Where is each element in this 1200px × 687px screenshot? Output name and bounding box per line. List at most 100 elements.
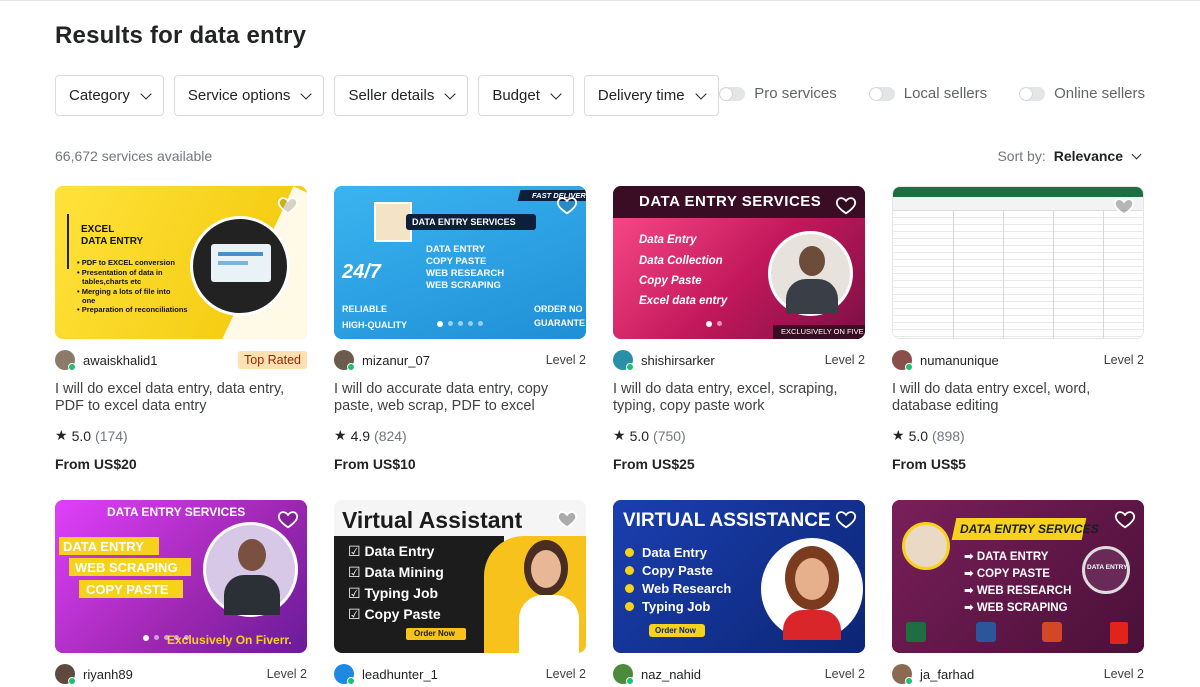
gig-thumbnail[interactable]: DATA ENTRY SERVICES DATA ENTRY WEB SCRAP… <box>55 500 307 653</box>
gig-card[interactable]: DATA ENTRY SERVICES ➡ DATA ENTRY ➡ COPY … <box>892 500 1144 685</box>
thumb-text: ☑ Typing Job <box>348 585 439 601</box>
laptop-photo <box>190 216 290 316</box>
online-sellers-toggle[interactable]: Online sellers <box>1019 85 1145 102</box>
gig-card[interactable]: Virtual Assistant ☑ Data Entry ☑ Data Mi… <box>334 500 586 685</box>
avatar[interactable] <box>55 350 76 371</box>
page-title: Results for data entry <box>55 22 306 50</box>
avatar[interactable] <box>892 350 913 371</box>
seller-row: shishirsarker Level 2 <box>613 349 865 371</box>
avatar[interactable] <box>613 350 634 371</box>
gig-thumbnail[interactable]: EXCEL DATA ENTRY • PDF to EXCEL conversi… <box>55 186 307 339</box>
filter-service-options-button[interactable]: Service options <box>173 75 325 116</box>
excel-icon <box>906 622 926 642</box>
gig-thumbnail[interactable] <box>892 186 1144 339</box>
toggle-label: Online sellers <box>1054 85 1145 102</box>
toggle-label: Pro services <box>754 85 837 102</box>
gig-title[interactable]: I will do data entry excel, word, databa… <box>892 381 1144 415</box>
seller-name[interactable]: awaiskhalid1 <box>83 353 157 368</box>
filter-label: Budget <box>492 87 540 104</box>
toggle-switch[interactable] <box>719 86 746 101</box>
toggle-switch[interactable] <box>868 86 895 101</box>
gig-title[interactable]: I will do excel data entry, data entry, … <box>55 381 307 415</box>
seller-name[interactable]: shishirsarker <box>641 353 715 368</box>
filter-category-button[interactable]: Category <box>55 75 164 116</box>
avatar[interactable] <box>892 664 913 685</box>
sort-value: Relevance <box>1053 148 1123 164</box>
gig-card[interactable]: numanunique Level 2 I will do data entry… <box>892 186 1144 472</box>
results-prefix: Results for <box>55 22 183 49</box>
gig-price: From US$5 <box>892 456 966 472</box>
gig-title[interactable]: I will do data entry, excel, scraping, t… <box>613 381 865 415</box>
search-query: data entry <box>189 22 307 49</box>
thumb-text: Order Now <box>414 629 455 638</box>
assistant-photo <box>761 538 863 640</box>
filter-label: Delivery time <box>597 87 685 104</box>
sort-dropdown[interactable]: Sort by: Relevance <box>997 148 1142 164</box>
gig-card[interactable]: EXCEL DATA ENTRY • PDF to EXCEL conversi… <box>55 186 307 472</box>
filter-budget-button[interactable]: Budget <box>478 75 574 116</box>
toggle-switch[interactable] <box>1019 86 1046 101</box>
seller-name[interactable]: mizanur_07 <box>362 353 430 368</box>
gig-thumbnail[interactable]: DATA ENTRY SERVICES Data Entry Data Coll… <box>613 186 865 339</box>
heart-icon[interactable] <box>556 194 578 216</box>
filter-delivery-time-button[interactable]: Delivery time <box>583 75 719 116</box>
star-icon: ★ <box>55 427 68 443</box>
carousel-dots[interactable] <box>705 321 722 327</box>
rating: ★ 5.0 (174) <box>55 427 307 444</box>
seller-row: leadhunter_1 Level 2 <box>334 663 586 685</box>
heart-icon[interactable] <box>277 508 299 530</box>
spreadsheet-image <box>893 211 1143 338</box>
thumb-text: Order Now <box>655 626 696 635</box>
thumb-text: Web Research <box>642 581 732 596</box>
seller-level: Level 2 <box>545 353 586 367</box>
toggle-label: Local sellers <box>903 85 988 102</box>
review-count: (824) <box>374 427 407 444</box>
seller-name[interactable]: numanunique <box>920 353 999 368</box>
gig-thumbnail[interactable]: VIRTUAL ASSISTANCE Data Entry Copy Paste… <box>613 500 865 653</box>
avatar[interactable] <box>55 664 76 685</box>
thumb-text: EXCLUSIVELY ON FIVE <box>781 327 864 336</box>
gig-thumbnail[interactable]: DATA ENTRY SERVICES DATA ENTRY COPY PAST… <box>334 186 586 339</box>
gig-price: From US$25 <box>613 456 695 472</box>
thumb-text: Virtual Assistant <box>342 507 523 533</box>
avatar[interactable] <box>334 664 355 685</box>
thumb-text: Typing Job <box>642 599 711 614</box>
thumb-text: RELIABLE <box>342 304 387 314</box>
pro-services-toggle[interactable]: Pro services <box>719 85 837 102</box>
gig-card[interactable]: VIRTUAL ASSISTANCE Data Entry Copy Paste… <box>613 500 865 685</box>
carousel-dots[interactable] <box>142 635 189 641</box>
rating: ★ 4.9 (824) <box>334 427 586 444</box>
gig-title[interactable]: I will do accurate data entry, copy past… <box>334 381 586 415</box>
filter-label: Service options <box>187 87 291 104</box>
heart-icon[interactable] <box>835 194 857 216</box>
avatar[interactable] <box>334 350 355 371</box>
gig-thumbnail[interactable]: DATA ENTRY SERVICES ➡ DATA ENTRY ➡ COPY … <box>892 500 1144 653</box>
heart-icon[interactable] <box>835 508 857 530</box>
rating: ★ 5.0 (898) <box>892 427 1144 444</box>
filter-seller-details-button[interactable]: Seller details <box>334 75 469 116</box>
heart-icon[interactable] <box>1114 508 1136 530</box>
seller-name[interactable]: leadhunter_1 <box>362 667 438 682</box>
heart-icon[interactable] <box>1113 195 1135 217</box>
seller-name[interactable]: naz_nahid <box>641 667 701 682</box>
avatar[interactable] <box>613 664 634 685</box>
carousel-dots[interactable] <box>437 321 483 327</box>
local-sellers-toggle[interactable]: Local sellers <box>868 85 988 102</box>
filter-label: Category <box>69 87 130 104</box>
rating-value: 5.0 <box>908 427 929 444</box>
heart-icon[interactable] <box>556 508 578 530</box>
seller-name[interactable]: ja_farhad <box>920 667 974 682</box>
seller-name[interactable]: riyanh89 <box>83 667 133 682</box>
thumb-text: ➡ WEB SCRAPING <box>964 602 1068 614</box>
gig-thumbnail[interactable]: Virtual Assistant ☑ Data Entry ☑ Data Mi… <box>334 500 586 653</box>
thumb-text: Data Entry <box>642 545 708 560</box>
review-count: (174) <box>95 427 128 444</box>
thumb-text: tables,charts etc <box>82 277 142 286</box>
gig-card[interactable]: DATA ENTRY SERVICES DATA ENTRY COPY PAST… <box>334 186 586 472</box>
thumb-text: WEB SCRAPING <box>426 280 501 291</box>
heart-icon[interactable] <box>277 194 299 216</box>
gig-card[interactable]: DATA ENTRY SERVICES DATA ENTRY WEB SCRAP… <box>55 500 307 685</box>
thumb-text: Copy Paste <box>639 275 702 287</box>
gig-card[interactable]: DATA ENTRY SERVICES Data Entry Data Coll… <box>613 186 865 472</box>
thumb-text: ☑ Data Entry <box>348 543 435 559</box>
